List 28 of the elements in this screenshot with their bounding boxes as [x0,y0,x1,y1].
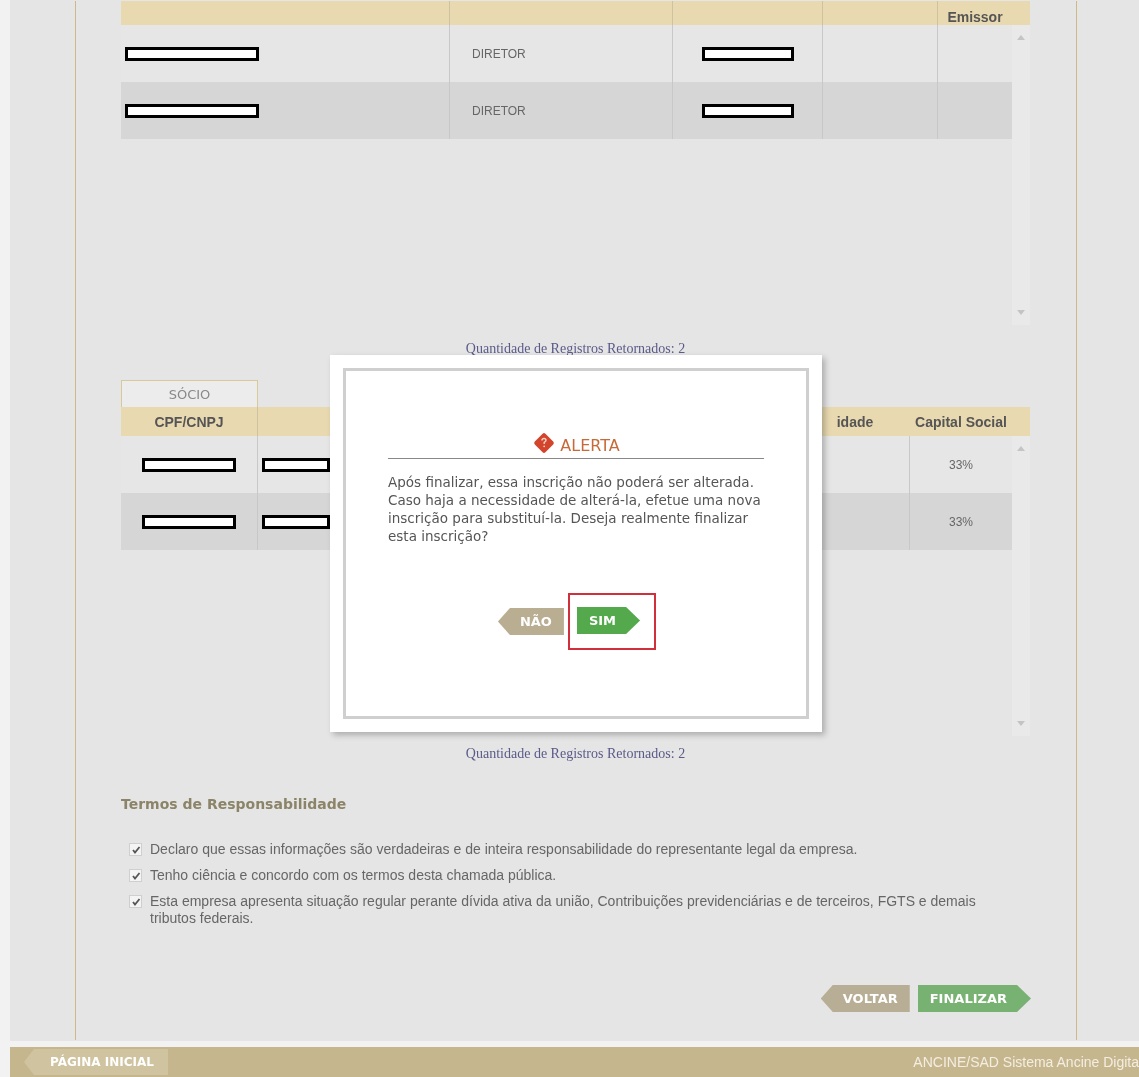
nav-button[interactable]: VOLTAR [820,985,910,1012]
table-cell: 33% [949,457,973,472]
dialog-button[interactable]: NÃO [497,608,564,635]
column-header: idade [836,413,874,430]
table-cell: 33% [949,514,973,529]
checkbox[interactable] [129,843,142,856]
section-title: Termos de Responsabilidade [121,796,348,812]
checkbox-label: Tenho ciência e concordo com os termos desta chamada pública. [150,867,557,884]
dialog-message: Após finalizar, essa inscrição não poderá ser alterada. Caso haja a necessidade de alterá-la, efetue uma nova inscrição para substituí-la. Deseja realmente finalizar esta inscrição? [388,473,762,545]
column-header: Capital Social [915,413,1007,430]
column-header: Emissor [947,9,1003,25]
system-name: ANCINE/SAD Sistema Ancine Digita [913,1054,1139,1070]
checkbox[interactable] [129,895,142,908]
checkbox-label: Esta empresa apresenta situação regular perante dívida ativa da união, Contribuições previdenciárias e de terceiros, FGTS e demais tributos federais. [150,893,977,927]
dialog-title: ALERTA [560,436,620,455]
home-button[interactable]: PÁGINA INICIAL [24,1049,168,1075]
record-count: Quantidade de Registros Retornados: 2 [464,341,687,358]
scrollbar[interactable] [1012,25,1030,325]
table-cell: DIRETOR [472,46,526,61]
dialog-button[interactable]: SIM [576,607,641,634]
nav-button[interactable]: FINALIZAR [917,985,1031,1012]
checkbox[interactable] [129,869,142,882]
table-cell: DIRETOR [472,103,526,118]
record-count: Quantidade de Registros Retornados: 2 [464,746,687,763]
scrollbar[interactable] [1012,436,1030,736]
column-header: CPF/CNPJ [154,413,224,430]
checkbox-label: Declaro que essas informações são verdadeiras e de inteira responsabilidade do representante legal da empresa. [150,841,858,858]
tab[interactable]: SÓCIO [121,380,258,407]
